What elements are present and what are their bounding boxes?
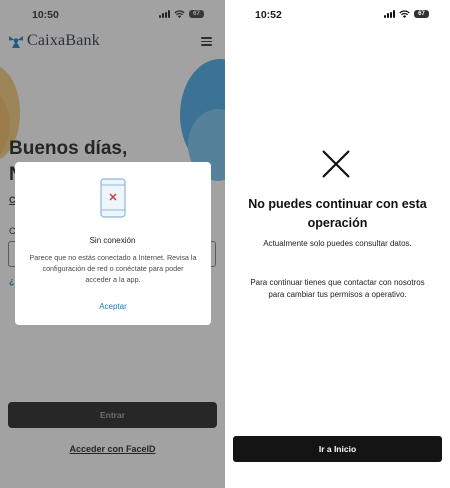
signal-icon [384,10,395,18]
status-bar: 10:52 67 [225,0,450,30]
error-subtitle: Actualmente solo puedes consultar datos. [263,239,412,248]
status-time: 10:52 [255,9,282,21]
battery-icon: 67 [414,10,429,18]
login-screen: 10:50 67 CaixaBank Buenos días, N C C ¿ … [0,0,225,488]
close-x-icon [322,150,350,178]
dialog-message: Parece que no estás conectado a Internet… [29,253,197,284]
dialog-title: Sin conexión [89,236,136,245]
wifi-icon [399,10,410,18]
status-icons: 67 [384,10,429,18]
go-home-button[interactable]: Ir a Inicio [233,436,442,462]
phone-no-connection-icon [100,178,126,218]
error-title: No puedes continuar con esta operación [248,197,427,230]
error-note: Para continuar tienes que contactar con … [250,278,425,299]
accept-button[interactable]: Aceptar [15,302,211,311]
